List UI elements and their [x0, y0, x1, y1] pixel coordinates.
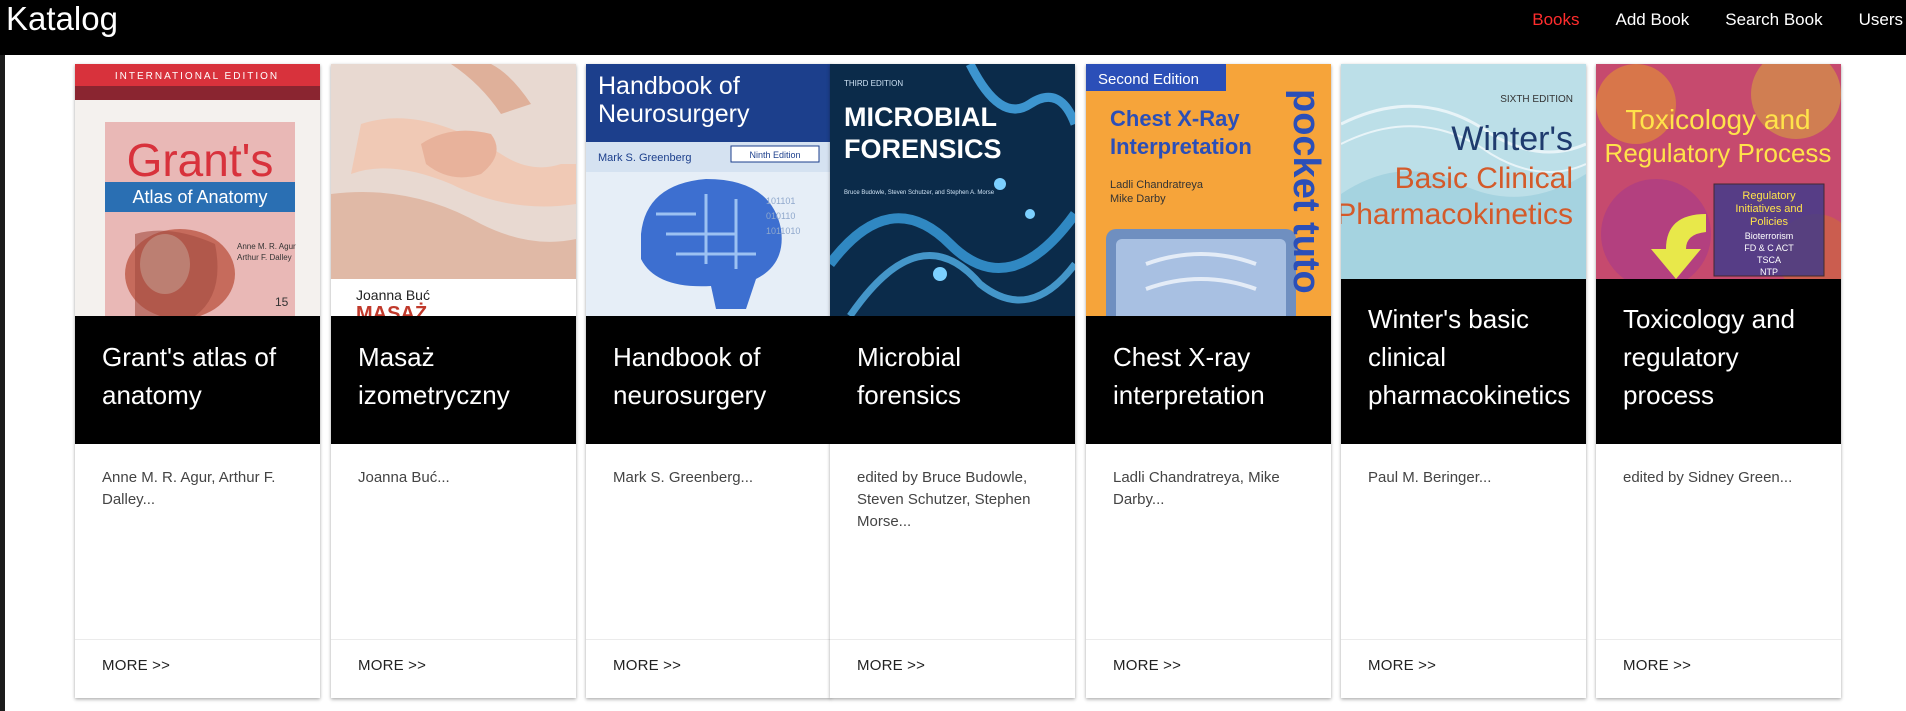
book-authors: edited by Sidney Green...: [1623, 469, 1793, 486]
book-title-box: Toxicology and regulatory process: [1596, 279, 1841, 444]
card-divider: [75, 639, 320, 640]
cover-author: Mark S. Greenberg: [598, 152, 692, 164]
cover-box-7: NTP: [1760, 267, 1778, 277]
book-card[interactable]: Handbook of Neurosurgery Mark S. Greenbe…: [586, 64, 831, 698]
card-divider: [331, 639, 576, 640]
cover-author-1: Ladli Chandratreya: [1110, 179, 1204, 191]
book-title[interactable]: Masaż izometryczny: [358, 338, 564, 414]
cover-title-2: Atlas of Anatomy: [132, 187, 267, 207]
main-nav: Books Add Book Search Book Users: [1496, 10, 1906, 30]
cover-title-1: Chest X-Ray: [1110, 106, 1240, 131]
cover-box-5: FD & C ACT: [1744, 243, 1794, 253]
cover-title-1: Handbook of: [598, 72, 740, 100]
book-authors: Anne M. R. Agur, Arthur F. Dalley...: [102, 469, 276, 508]
more-link[interactable]: MORE >>: [857, 657, 925, 674]
cover-author: Joanna Buć: [356, 287, 430, 303]
book-title[interactable]: Chest X-ray interpretation: [1113, 338, 1319, 414]
book-title[interactable]: Handbook of neurosurgery: [613, 338, 819, 414]
svg-text:101101: 101101: [766, 196, 795, 206]
cover-edition: SIXTH EDITION: [1500, 94, 1573, 105]
cover-title-1: Grant's: [127, 134, 274, 186]
cover-title-1: Toxicology and: [1625, 104, 1810, 135]
book-authors: Paul M. Beringer...: [1368, 469, 1492, 486]
book-authors: Joanna Buć...: [358, 469, 450, 486]
svg-text:Arthur F. Dalley: Arthur F. Dalley: [237, 253, 292, 262]
book-title[interactable]: Grant's atlas of anatomy: [102, 338, 308, 414]
book-cover[interactable]: INTERNATIONAL EDITION Grant's Atlas of A…: [75, 64, 320, 316]
cover-title-1: MICROBIAL: [844, 102, 997, 132]
book-title-box: Microbial forensics: [830, 316, 1075, 444]
book-title-box: Masaż izometryczny: [331, 316, 576, 444]
book-card[interactable]: THIRD EDITION MICROBIAL FORENSICS Bruce …: [830, 64, 1075, 698]
book-cover[interactable]: Joanna Buć MASAŻ: [331, 64, 576, 316]
book-cover[interactable]: SIXTH EDITION Winter's Basic Clinical Ph…: [1341, 64, 1586, 279]
cover-box-1: Regulatory: [1742, 190, 1796, 202]
cover-editors: Bruce Budowle, Steven Schutzer, and Step…: [844, 190, 995, 196]
more-link[interactable]: MORE >>: [358, 657, 426, 674]
book-title-box: Grant's atlas of anatomy: [75, 316, 320, 444]
top-navbar: Katalog Books Add Book Search Book Users: [0, 0, 1906, 55]
more-link[interactable]: MORE >>: [102, 657, 170, 674]
cover-title-1: Winter's: [1451, 120, 1573, 158]
svg-text:010110: 010110: [766, 211, 795, 221]
cover-edition: THIRD EDITION: [844, 79, 903, 88]
book-title[interactable]: Winter's basic clinical pharmacokinetics: [1368, 300, 1574, 414]
app-title[interactable]: Katalog: [6, 0, 118, 37]
cover-title-2: Basic Clinical: [1395, 162, 1573, 195]
book-card[interactable]: Second Edition Chest X-Ray Interpretatio…: [1086, 64, 1331, 698]
cover-edition-label: INTERNATIONAL EDITION: [115, 71, 279, 82]
book-authors: edited by Bruce Budowle, Steven Schutzer…: [857, 469, 1031, 530]
more-link[interactable]: MORE >>: [613, 657, 681, 674]
book-cover[interactable]: Second Edition Chest X-Ray Interpretatio…: [1086, 64, 1331, 316]
card-divider: [586, 639, 831, 640]
book-title-box: Chest X-ray interpretation: [1086, 316, 1331, 444]
book-card[interactable]: INTERNATIONAL EDITION Grant's Atlas of A…: [75, 64, 320, 698]
cover-title-3: Pharmacokinetics: [1341, 198, 1573, 231]
more-link[interactable]: MORE >>: [1623, 657, 1691, 674]
cover-box-4: Bioterrorism: [1745, 231, 1794, 241]
cover-box-2: Initiatives and: [1735, 203, 1802, 215]
more-link[interactable]: MORE >>: [1368, 657, 1436, 674]
cover-series: pocket tuto: [1285, 89, 1327, 294]
window-edge: [0, 0, 5, 711]
book-card[interactable]: Toxicology and Regulatory Process Regula…: [1596, 64, 1841, 698]
card-divider: [1341, 639, 1586, 640]
svg-text:15: 15: [275, 295, 289, 309]
more-link[interactable]: MORE >>: [1113, 657, 1181, 674]
card-divider: [1596, 639, 1841, 640]
cover-title-2: Regulatory Process: [1605, 138, 1832, 168]
card-divider: [1086, 639, 1331, 640]
nav-users[interactable]: Users: [1859, 10, 1903, 30]
book-card[interactable]: SIXTH EDITION Winter's Basic Clinical Ph…: [1341, 64, 1586, 698]
cover-edition: Second Edition: [1098, 71, 1199, 88]
book-cover[interactable]: THIRD EDITION MICROBIAL FORENSICS Bruce …: [830, 64, 1075, 316]
nav-books[interactable]: Books: [1532, 10, 1579, 30]
card-divider: [830, 639, 1075, 640]
cover-box-6: TSCA: [1757, 255, 1781, 265]
nav-search-book[interactable]: Search Book: [1725, 10, 1822, 30]
svg-text:1011010: 1011010: [766, 226, 800, 236]
book-authors: Mark S. Greenberg...: [613, 469, 754, 486]
cover-title: MASAŻ: [356, 302, 427, 316]
book-title-box: Handbook of neurosurgery: [586, 316, 831, 444]
cover-title-2: Interpretation: [1110, 134, 1252, 159]
cover-title-2: FORENSICS: [844, 134, 1002, 164]
book-title[interactable]: Microbial forensics: [857, 338, 1063, 414]
svg-text:Anne M. R. Agur: Anne M. R. Agur: [237, 242, 296, 251]
cover-edition: Ninth Edition: [749, 150, 800, 160]
book-authors: Ladli Chandratreya, Mike Darby...: [1113, 469, 1280, 508]
book-title[interactable]: Toxicology and regulatory process: [1623, 300, 1829, 414]
book-cover[interactable]: Toxicology and Regulatory Process Regula…: [1596, 64, 1841, 279]
cover-box-3: Policies: [1750, 216, 1788, 228]
book-cover[interactable]: Handbook of Neurosurgery Mark S. Greenbe…: [586, 64, 831, 316]
cover-author-2: Mike Darby: [1110, 193, 1166, 205]
cover-title-2: Neurosurgery: [598, 100, 750, 128]
book-card[interactable]: Joanna Buć MASAŻ Masaż izometryczny Joan…: [331, 64, 576, 698]
nav-add-book[interactable]: Add Book: [1616, 10, 1690, 30]
book-title-box: Winter's basic clinical pharmacokinetics: [1341, 279, 1586, 444]
